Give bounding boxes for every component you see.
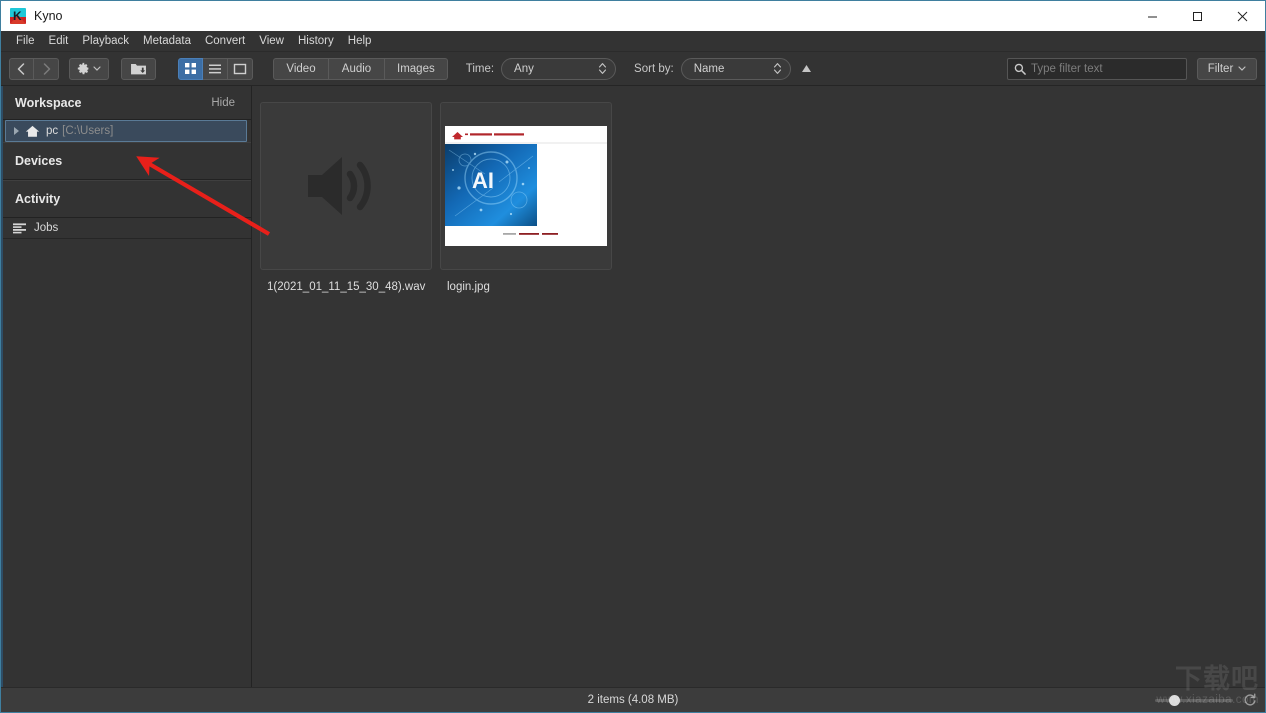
list-icon (209, 64, 221, 73)
slider-track (1155, 698, 1233, 702)
chevron-down-icon (93, 66, 101, 71)
spinner-arrows-icon (773, 62, 782, 75)
sidebar-section-activity[interactable]: Activity (1, 180, 251, 218)
sidebar-empty-space (1, 239, 251, 687)
close-button[interactable] (1220, 1, 1265, 31)
svg-text:AI: AI (472, 168, 494, 193)
filter-dropdown-button[interactable]: Filter (1197, 57, 1257, 80)
time-filter-value: Any (514, 62, 534, 75)
menu-playback[interactable]: Playback (75, 33, 136, 49)
window-controls (1130, 1, 1265, 31)
file-thumbnail-image[interactable]: AI (440, 102, 612, 270)
sidebar-item-jobs-label: Jobs (34, 222, 59, 234)
import-folder-button[interactable] (121, 57, 156, 80)
minimize-button[interactable] (1130, 1, 1175, 31)
sidebar-item-pc[interactable]: pc [C:\Users] (5, 120, 247, 142)
jobs-list-icon (13, 222, 27, 234)
menu-help[interactable]: Help (341, 33, 379, 49)
gear-icon (77, 62, 89, 75)
sort-by-select[interactable]: Name (680, 57, 791, 80)
time-filter-select[interactable]: Any (501, 57, 617, 80)
search-input[interactable] (1031, 62, 1185, 75)
menu-convert[interactable]: Convert (198, 33, 252, 49)
settings-menu-button[interactable] (69, 57, 109, 80)
item-count-status: 2 items (4.08 MB) (587, 694, 679, 706)
chevron-down-icon (1238, 66, 1246, 71)
single-pane-icon (233, 63, 247, 74)
folder-download-icon (131, 63, 146, 74)
login-preview-graphic: AI (445, 126, 607, 246)
refresh-button[interactable] (1243, 693, 1257, 707)
menu-view[interactable]: View (252, 33, 291, 49)
workspace-header: Workspace Hide (1, 86, 251, 120)
menu-edit[interactable]: Edit (42, 33, 76, 49)
grid-icon (185, 63, 196, 74)
sort-by-label: Sort by: (634, 62, 674, 75)
file-name-image: login.jpg (447, 281, 490, 293)
file-thumbnail-audio[interactable] (260, 102, 432, 270)
menu-history[interactable]: History (291, 33, 341, 49)
forward-button[interactable] (34, 57, 59, 80)
main-body: Workspace Hide pc [C:\Users] Devices Act… (1, 86, 1265, 687)
kyno-logo-icon: K (10, 8, 26, 24)
workspace-title: Workspace (15, 95, 82, 110)
menu-bar: File Edit Playback Metadata Convert View… (1, 31, 1265, 52)
grid-view-button[interactable] (178, 57, 203, 80)
filter-search-box[interactable] (1007, 57, 1187, 80)
time-filter-label: Time: (465, 62, 495, 75)
login-jpg-preview: AI (445, 126, 607, 246)
home-icon (25, 125, 40, 138)
file-tile-image[interactable]: AI login.jpg (440, 102, 612, 293)
status-bar: 2 items (4.08 MB) (1, 687, 1265, 712)
window-title: Kyno (34, 9, 63, 23)
status-bar-controls (1155, 693, 1257, 707)
search-icon (1014, 63, 1026, 75)
workspace-hide-button[interactable]: Hide (211, 97, 235, 109)
main-toolbar: Video Audio Images Time: Any Sort by: Na… (1, 52, 1265, 86)
slider-handle[interactable] (1169, 694, 1180, 706)
expand-triangle-icon[interactable] (14, 127, 19, 135)
speaker-volume-icon (308, 157, 371, 215)
refresh-icon (1244, 693, 1256, 706)
view-mode-group (178, 57, 253, 80)
menu-metadata[interactable]: Metadata (136, 33, 198, 49)
file-browser-grid: 1(2021_01_11_15_30_48).wav AI login.jpg (252, 86, 1265, 687)
media-type-filter-group: Video Audio Images (273, 57, 448, 80)
menu-file[interactable]: File (9, 33, 42, 49)
sidebar-item-pc-name: pc (46, 125, 59, 137)
sidebar: Workspace Hide pc [C:\Users] Devices Act… (1, 86, 252, 687)
sort-direction-button[interactable] (801, 64, 812, 73)
single-pane-view-button[interactable] (228, 57, 253, 80)
thumbnail-size-slider[interactable] (1155, 693, 1233, 707)
filter-video-button[interactable]: Video (273, 57, 329, 80)
triangle-up-icon (801, 65, 811, 72)
list-view-button[interactable] (203, 57, 228, 80)
kyno-application-window: K Kyno File Edit Playback Metadata Conve… (0, 0, 1266, 713)
file-tile-audio[interactable]: 1(2021_01_11_15_30_48).wav (260, 102, 432, 293)
back-button[interactable] (9, 57, 34, 80)
title-bar: K Kyno (1, 1, 1265, 31)
spinner-arrows-icon (598, 62, 607, 75)
file-name-audio: 1(2021_01_11_15_30_48).wav (267, 281, 426, 293)
filter-audio-button[interactable]: Audio (329, 57, 385, 80)
filter-dropdown-label: Filter (1207, 62, 1234, 75)
sort-by-value: Name (693, 62, 725, 75)
filter-images-button[interactable]: Images (385, 57, 448, 80)
sidebar-section-devices[interactable]: Devices (1, 142, 251, 180)
sidebar-item-jobs[interactable]: Jobs (1, 218, 251, 239)
sidebar-item-pc-path: [C:\Users] (62, 125, 114, 137)
maximize-button[interactable] (1175, 1, 1220, 31)
kyno-logo-letter: K (13, 9, 22, 23)
navigation-button-group (9, 57, 59, 80)
